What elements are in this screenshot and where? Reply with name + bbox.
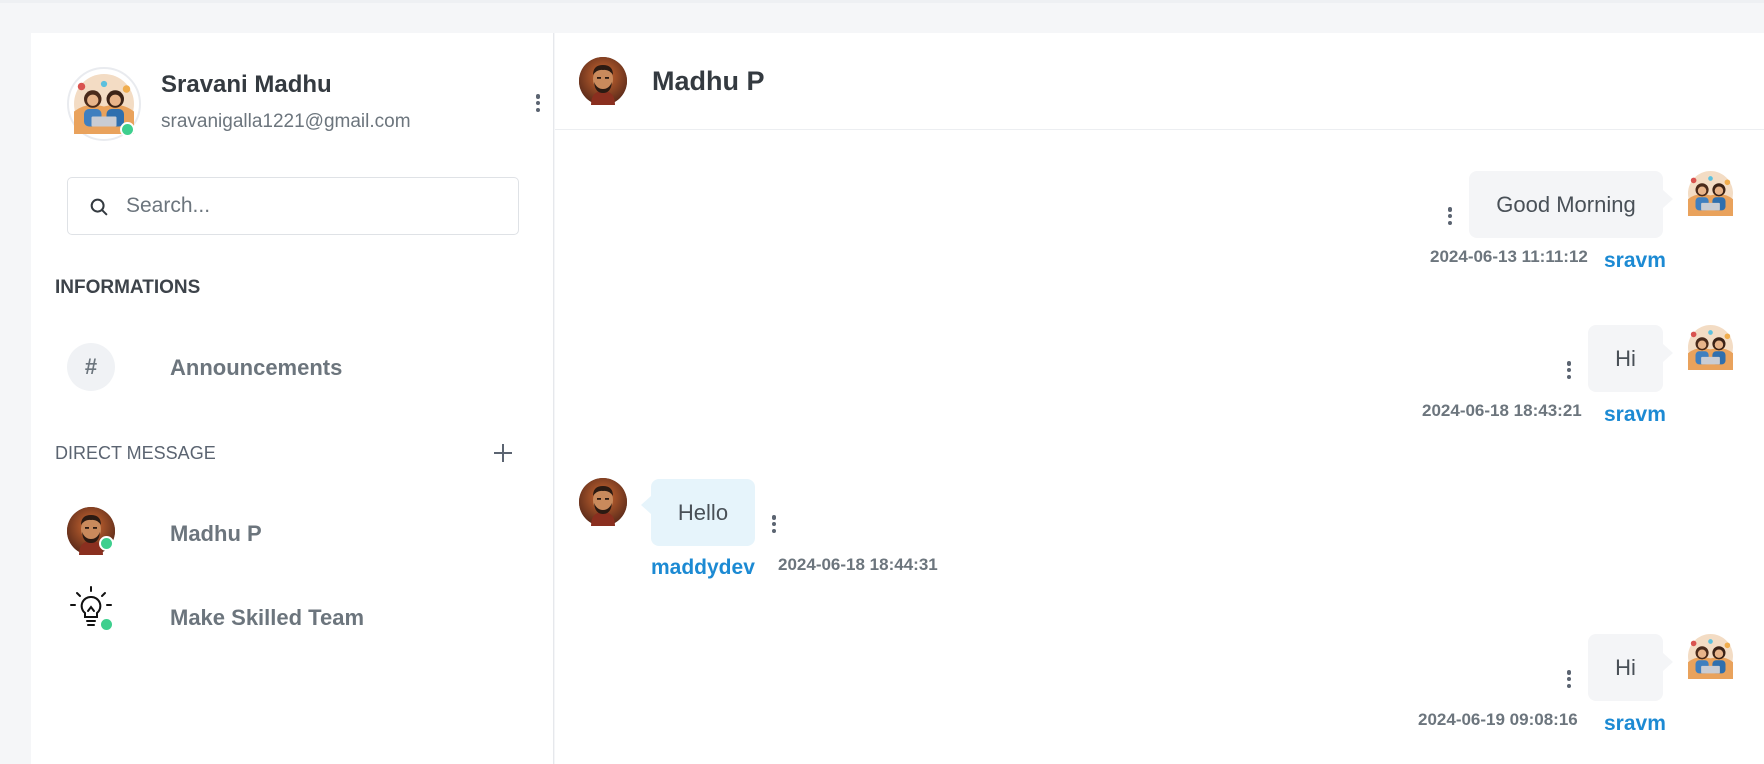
- sender-avatar[interactable]: [1688, 171, 1733, 216]
- channel-announcements[interactable]: # Announcements: [67, 341, 527, 395]
- online-status-dot: [99, 617, 114, 632]
- message-timestamp: 2024-06-18 18:44:31: [778, 555, 938, 574]
- bubble-tail: [641, 496, 651, 514]
- message-username[interactable]: sravm: [1604, 712, 1666, 736]
- message-bubble: Good Morning: [1469, 171, 1663, 238]
- section-direct-message: DIRECT MESSAGE: [55, 443, 216, 463]
- profile-email: sravanigalla1221@gmail.com: [161, 111, 411, 132]
- message-username[interactable]: maddydev: [651, 556, 755, 580]
- message-menu-icon[interactable]: [769, 515, 779, 533]
- sidebar: Sravani Madhu sravanigalla1221@gmail.com…: [31, 33, 554, 764]
- bubble-tail: [1663, 190, 1673, 208]
- message-timestamp: 2024-06-13 11:11:12: [1430, 247, 1588, 266]
- profile-name: Sravani Madhu: [161, 71, 332, 98]
- chat-title: Madhu P: [652, 66, 765, 96]
- sender-avatar[interactable]: [1688, 325, 1733, 370]
- user-profile: Sravani Madhu sravanigalla1221@gmail.com: [67, 67, 541, 141]
- top-bar: [0, 0, 1764, 3]
- chat-header: Madhu P: [555, 33, 1764, 130]
- dm-label: Make Skilled Team: [170, 605, 365, 630]
- profile-menu-icon[interactable]: [533, 94, 543, 112]
- hash-icon: #: [67, 343, 115, 391]
- contact-avatar[interactable]: [579, 57, 627, 105]
- message-bubble: Hi: [1588, 325, 1663, 392]
- section-informations: INFORMATIONS: [55, 277, 201, 298]
- add-direct-message-button[interactable]: [493, 443, 513, 463]
- message-username[interactable]: sravm: [1604, 249, 1666, 273]
- search-box: [67, 177, 519, 235]
- message-menu-icon[interactable]: [1564, 670, 1574, 688]
- dm-item-make-skilled-team[interactable]: Make Skilled Team: [67, 586, 527, 649]
- search-icon: [90, 198, 108, 216]
- sender-avatar[interactable]: [1688, 634, 1733, 679]
- online-status-dot: [120, 122, 135, 137]
- chat-panel: Madhu P Good Morning 2024-06-13 11:11:12…: [555, 33, 1764, 764]
- online-status-dot: [99, 536, 114, 551]
- message-menu-icon[interactable]: [1564, 361, 1574, 379]
- bubble-tail: [1663, 344, 1673, 362]
- message-timestamp: 2024-06-18 18:43:21: [1422, 401, 1582, 420]
- message-bubble: Hello: [651, 479, 755, 546]
- message-timestamp: 2024-06-19 09:08:16: [1418, 710, 1578, 729]
- sender-avatar[interactable]: [579, 478, 627, 526]
- message-text: Hi: [1615, 654, 1636, 680]
- message-text: Hi: [1615, 345, 1636, 371]
- dm-item-madhu-p[interactable]: Madhu P: [67, 507, 527, 561]
- profile-avatar[interactable]: [67, 67, 141, 141]
- message-menu-icon[interactable]: [1445, 207, 1455, 225]
- message-text: Hello: [677, 499, 729, 525]
- channel-label: Announcements: [170, 355, 343, 380]
- message-username[interactable]: sravm: [1604, 403, 1666, 427]
- search-input[interactable]: [126, 186, 506, 226]
- message-text: Good Morning: [1496, 191, 1636, 217]
- bubble-tail: [1663, 653, 1673, 671]
- dm-label: Madhu P: [170, 521, 262, 546]
- message-bubble: Hi: [1588, 634, 1663, 701]
